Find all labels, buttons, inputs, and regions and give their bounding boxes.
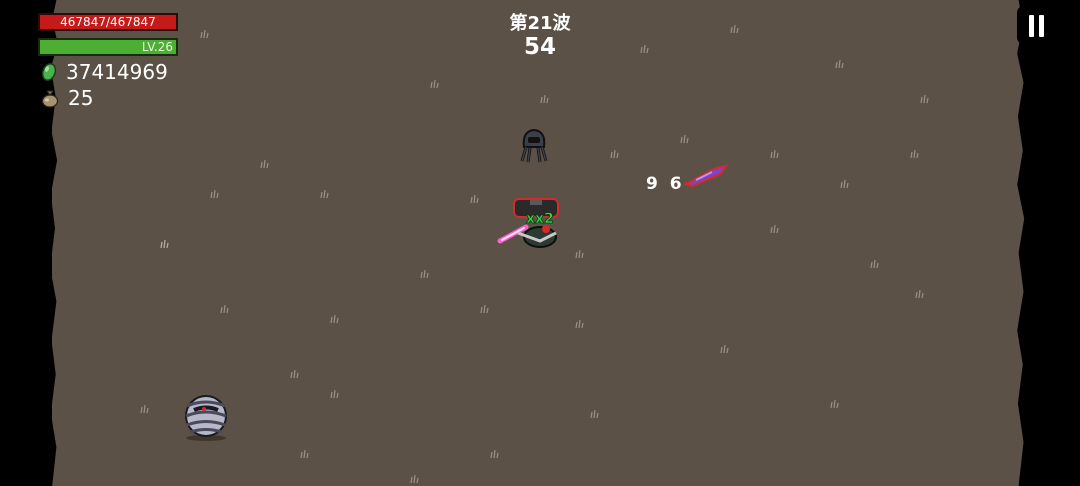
player-character: xx2: [497, 198, 559, 248]
grass-tuft: [915, 290, 924, 298]
grass-tuft: [420, 270, 429, 278]
grass-tuft: [720, 345, 729, 353]
svg-text:xx2: xx2: [526, 211, 554, 227]
grass-tuft: [770, 225, 779, 233]
mummy-enemy: [185, 395, 227, 441]
grass-tuft: [770, 150, 779, 158]
grass-tuft: [160, 240, 169, 248]
wave-timer: 54: [523, 34, 556, 60]
grass-tuft: [210, 190, 219, 198]
gem-count: 37414969: [66, 60, 168, 84]
money-bag-icon: [41, 90, 59, 108]
grass-tuft: [140, 405, 149, 413]
bag-count: 25: [68, 86, 94, 110]
pause-icon-bar: [1039, 15, 1044, 37]
grass-tuft: [410, 475, 419, 483]
grass-tuft: [680, 135, 689, 143]
grass-tuft: [835, 60, 844, 68]
grass-tuft: [910, 150, 919, 158]
grass-tuft: [430, 80, 439, 88]
green-gem-icon: [41, 63, 57, 81]
bag-counter: 25: [40, 86, 93, 110]
grass-tuft: [540, 95, 549, 103]
grass-tuft: [480, 305, 489, 313]
grass-tuft: [610, 150, 619, 158]
grass-tuft: [260, 160, 269, 168]
grass-tuft: [575, 320, 584, 328]
grass-tuft: [840, 180, 849, 188]
grass-tuft: [330, 390, 339, 398]
damage-number: 9 6: [646, 174, 685, 194]
grass-tuft: [330, 315, 339, 323]
grass-tuft: [220, 305, 229, 313]
grass-tuft: [290, 370, 299, 378]
grass-tuft: [300, 450, 309, 458]
purple-weapon-projectile: [683, 164, 729, 188]
grass-tuft: [470, 195, 479, 203]
grass-tuft: [590, 410, 599, 418]
grass-tuft: [575, 250, 584, 258]
grass-tuft: [920, 95, 929, 103]
grass-tuft: [830, 400, 839, 408]
grass-tuft: [870, 260, 879, 268]
wave-title: 第21波: [509, 13, 571, 34]
pause-button[interactable]: [1017, 5, 1057, 45]
hooded-enemy: [520, 128, 548, 163]
gem-counter: 37414969: [40, 60, 168, 84]
grass-tuft: [490, 450, 499, 458]
grass-tuft: [320, 190, 329, 198]
pause-icon: [1029, 15, 1034, 37]
